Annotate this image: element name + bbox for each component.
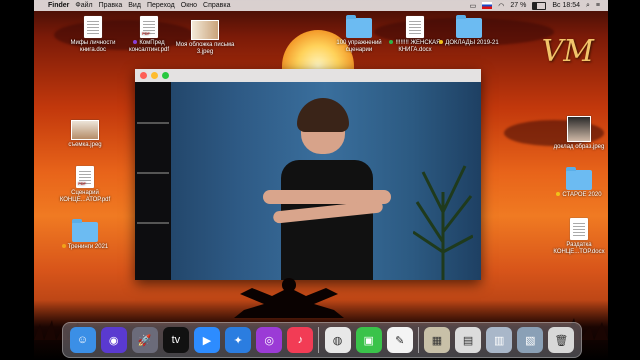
menu-edit[interactable]: Правка [99,2,129,9]
meditation-silhouette [234,278,344,318]
desktop-icon-folder[interactable]: СТАРОЕ 2020 [544,167,608,199]
video-frame[interactable] [135,82,481,280]
desktop-icon-folder[interactable]: ДОКЛАДЫ 2019-21 [434,15,504,47]
input-source-flag-icon[interactable] [482,2,493,9]
facetime-icon[interactable]: ▣ [355,327,382,353]
wifi-icon[interactable]: ◠ [498,2,504,10]
desktop-icon-file[interactable]: доклад образ.jpeg [544,116,608,151]
screenshots-stack-icon[interactable]: ▧ [517,327,544,353]
desktop-icon-label: 100 упражнений сценарии [336,40,382,53]
menu-bar: Finder Файл Правка Вид Переход Окно Спра… [34,0,608,11]
appletv-icon[interactable]: tv [162,327,189,353]
launchpad-icon[interactable]: 🚀 [131,327,158,353]
safari-icon[interactable]: ✦ [225,327,252,353]
pdf-icon [76,166,94,188]
tag-dot-icon [133,40,138,45]
music-icon[interactable]: ♪ [287,327,314,353]
desktop-icon-label: Сценарий КОНЦЕ...АТОР.pdf [59,190,111,203]
desktop-icon-file[interactable]: Раздатка КОНЦЕ...ТОР.docx [544,218,608,256]
menu-view[interactable]: Вид [128,2,147,9]
presenter-figure [263,98,393,280]
vm-logo: VM [541,34,594,69]
siri-icon[interactable]: ◉ [100,327,127,353]
documents-stack-icon[interactable]: ▤ [455,327,482,353]
downloads-stack-icon[interactable]: ▦ [423,327,450,353]
battery-percent[interactable]: 27 % [510,2,526,9]
menu-help[interactable]: Справка [203,2,236,9]
image-thumbnail-icon [191,20,219,40]
menu-finder[interactable]: Finder [48,2,75,9]
dock-separator [318,327,320,353]
desktop-icon-label: Мифы личности книга.doc [70,40,116,53]
menu-window[interactable]: Окно [181,2,203,9]
desktop-stack-icon[interactable]: ▥ [486,327,513,353]
control-center-icon[interactable]: ≡ [596,2,600,9]
menu-go[interactable]: Переход [147,2,181,9]
desktop-icon-label: Моя обложка письма 3.jpeg [175,42,235,55]
desktop-icon-label: доклад образ.jpeg [553,144,605,150]
video-player-window[interactable] [135,69,481,280]
folder-icon [346,15,372,38]
tag-dot-icon [556,192,561,197]
close-window-button[interactable] [140,72,147,79]
finder-icon[interactable]: ☺ [69,327,96,353]
tag-dot-icon [389,40,394,45]
dock-separator [417,327,419,353]
chrome-icon[interactable]: ◍ [324,327,351,353]
pdf-icon [140,16,158,38]
image-thumbnail-icon [567,116,591,142]
desktop-icon-folder[interactable]: Тренинги 2021 [50,219,120,251]
trash-icon[interactable]: 🗑 [548,327,575,353]
document-icon [84,16,102,38]
zoom-window-button[interactable] [162,72,169,79]
bookshelf-shape [135,82,171,280]
desktop-icon-label: съемка.jpeg [68,142,102,148]
desktop-icon-label: ДОКЛАДЫ 2019-21 [445,40,499,46]
cast-icon[interactable]: ▭ [470,2,477,10]
desktop-icon-label: Раздатка КОНЦЕ...ТОР.docx [553,242,605,255]
desktop-icon-label: Тренинги 2021 [67,244,109,250]
tag-dot-icon [439,40,444,45]
battery-icon[interactable] [532,1,547,10]
window-title-bar[interactable] [135,69,481,82]
podcasts-icon[interactable]: ◎ [256,327,283,353]
desktop: Finder Файл Правка Вид Переход Окно Спра… [34,0,608,360]
image-thumbnail-icon [71,120,99,140]
menubar-clock[interactable]: Вс 18:54 [552,2,580,9]
folder-icon [72,219,98,242]
search-icon[interactable]: ⌕ [586,2,590,10]
zoom-icon[interactable]: ▶ [193,327,220,353]
minimize-window-button[interactable] [151,72,158,79]
desktop-icon-file[interactable]: Сценарий КОНЦЕ...АТОР.pdf [50,166,120,204]
document-icon [406,16,424,38]
document-icon [570,218,588,240]
desktop-icon-file[interactable]: съемка.jpeg [50,120,120,149]
status-area: ▭ ◠ 27 % Вс 18:54 ⌕ ≡ [470,1,608,10]
desktop-icon-label: СТАРОЕ 2020 [562,192,602,198]
desktop-icon-file[interactable]: Моя обложка письма 3.jpeg [170,20,240,56]
pages-icon[interactable]: ✎ [386,327,413,353]
plant-shape [413,165,473,280]
dock: ☺ ◉ 🚀 tv ▶ ✦ ◎ ♪ ◍ ▣ ✎ ▦ ▤ ▥ ▧ 🗑 [62,322,582,358]
folder-icon [456,15,482,38]
folder-icon [566,167,592,190]
tag-dot-icon [61,244,66,249]
menu-file[interactable]: Файл [75,2,98,9]
